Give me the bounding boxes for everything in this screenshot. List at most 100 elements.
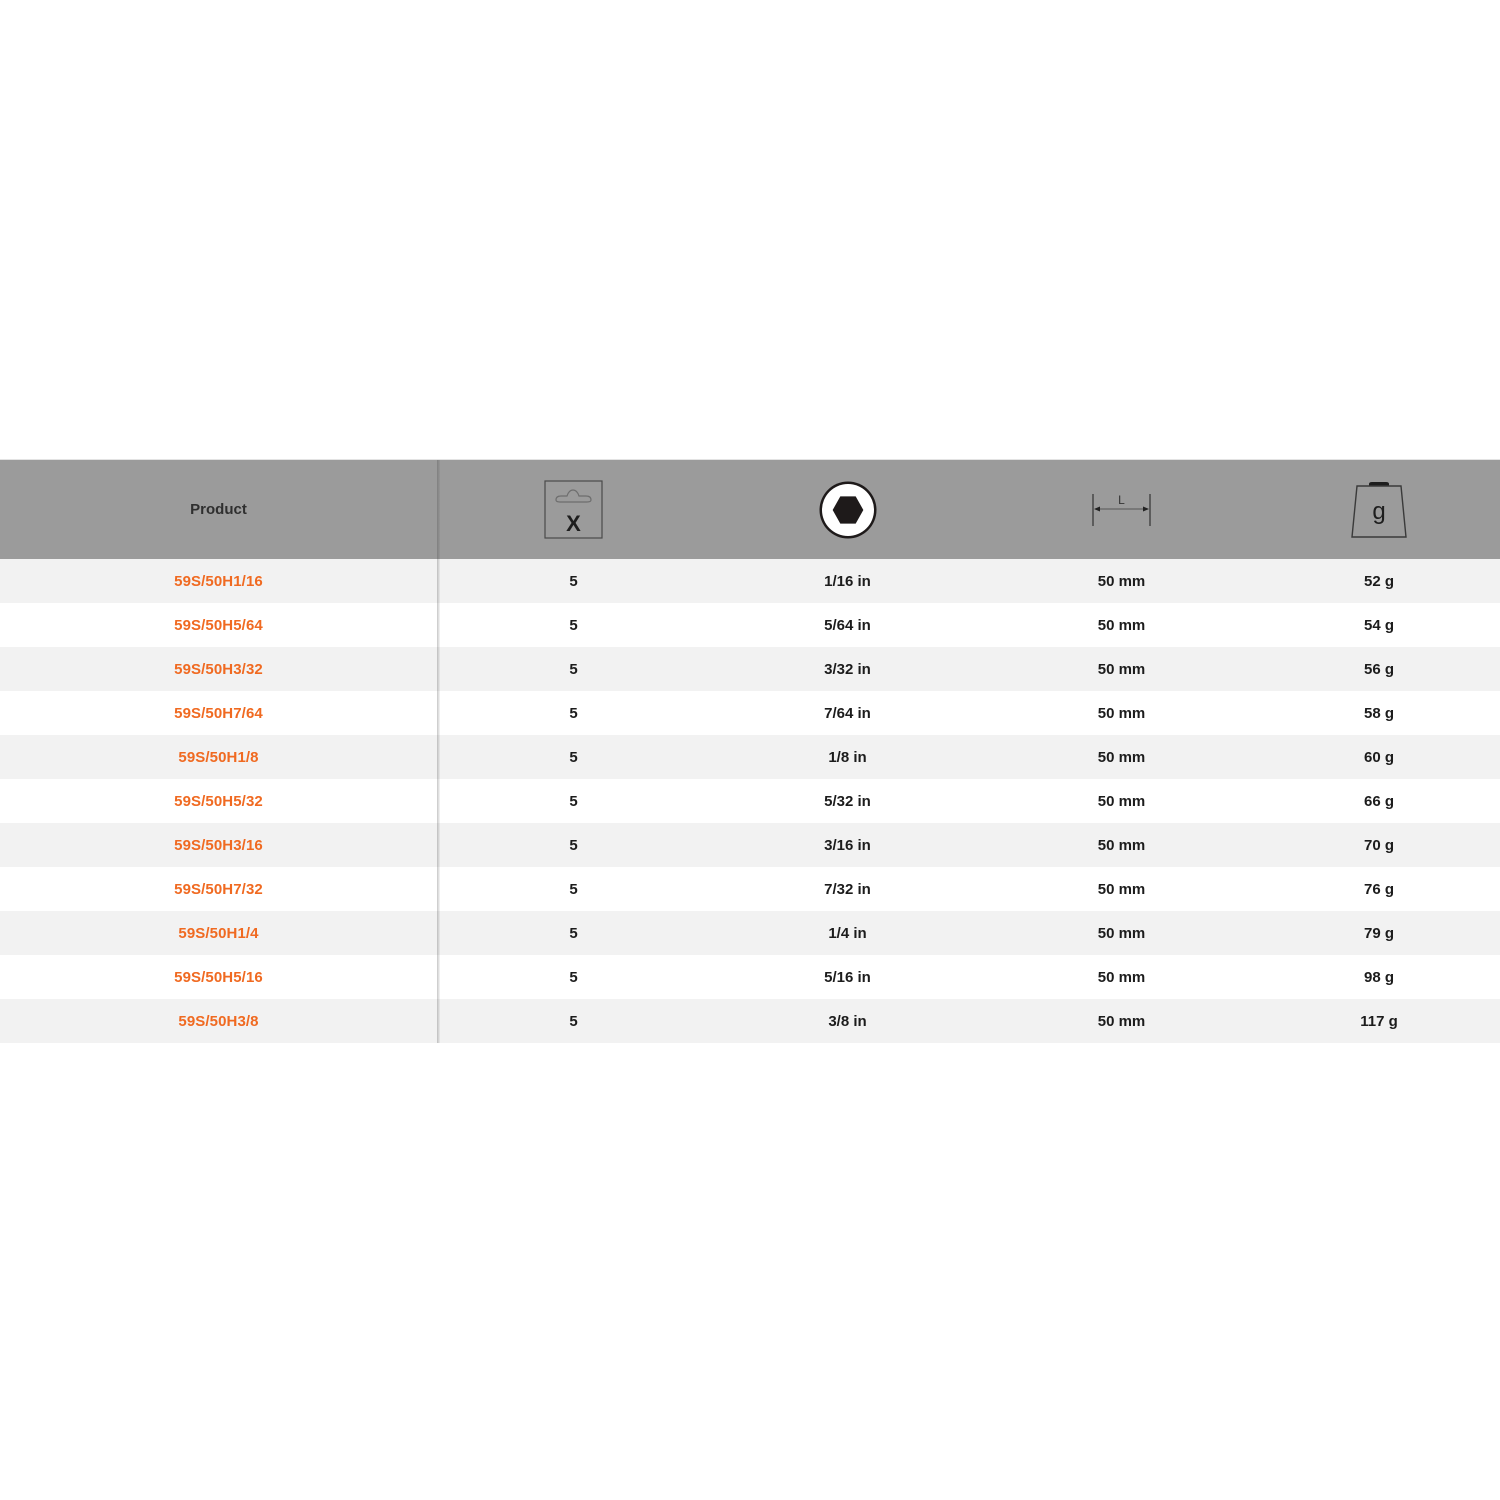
table-row: 59S/50H1/8 5 1/8 in 50 mm 60 g	[0, 735, 1500, 779]
length-cell: 50 mm	[985, 603, 1258, 647]
table-row: 59S/50H3/16 5 3/16 in 50 mm 70 g	[0, 823, 1500, 867]
pack-quantity-cell: 5	[437, 603, 710, 647]
product-code-link[interactable]: 59S/50H7/64	[174, 705, 263, 722]
length-cell: 50 mm	[985, 999, 1258, 1043]
product-cell: 59S/50H1/16	[0, 559, 440, 603]
table-row: 59S/50H5/32 5 5/32 in 50 mm 66 g	[0, 779, 1500, 823]
product-cell: 59S/50H1/8	[0, 735, 440, 779]
product-cell: 59S/50H5/16	[0, 955, 440, 999]
hex-size-value: 3/32 in	[824, 660, 871, 678]
pack-quantity-value: 5	[569, 924, 578, 942]
hex-size-cell: 5/64 in	[710, 603, 985, 647]
table-row: 59S/50H1/16 5 1/16 in 50 mm 52 g	[0, 559, 1500, 603]
product-cell: 59S/50H5/64	[0, 603, 440, 647]
product-code-link[interactable]: 59S/50H1/8	[178, 749, 258, 766]
pack-quantity-cell: 5	[437, 955, 710, 999]
hex-size-value: 3/16 in	[824, 836, 871, 854]
pack-quantity-value: 5	[569, 748, 578, 766]
pack-quantity-value: 5	[569, 792, 578, 810]
hex-size-value: 1/8 in	[828, 748, 867, 766]
length-value: 50 mm	[1097, 792, 1146, 810]
length-cell: 50 mm	[985, 867, 1258, 911]
weight-cell: 79 g	[1258, 911, 1500, 955]
product-cell: 59S/50H7/32	[0, 867, 440, 911]
length-value: 50 mm	[1097, 968, 1146, 986]
product-code-link[interactable]: 59S/50H1/16	[174, 573, 263, 590]
product-code-link[interactable]: 59S/50H3/16	[174, 837, 263, 854]
header-product-cell: Product	[0, 460, 440, 559]
pack-quantity-value: 5	[569, 616, 578, 634]
length-cell: 50 mm	[985, 911, 1258, 955]
product-cell: 59S/50H5/32	[0, 779, 440, 823]
hex-size-value: 7/64 in	[824, 704, 871, 722]
product-code-link[interactable]: 59S/50H5/16	[174, 969, 263, 986]
weight-cell: 76 g	[1258, 867, 1500, 911]
header-product-label: Product	[190, 501, 247, 518]
svg-text:g: g	[1372, 498, 1385, 525]
header-length-cell: L	[985, 460, 1258, 559]
table-row: 59S/50H5/16 5 5/16 in 50 mm 98 g	[0, 955, 1500, 999]
length-value: 50 mm	[1097, 924, 1146, 942]
product-code-link[interactable]: 59S/50H3/8	[178, 1013, 258, 1030]
weight-value: 54 g	[1363, 616, 1394, 634]
length-value: 50 mm	[1097, 572, 1146, 590]
weight-value: 56 g	[1363, 660, 1394, 678]
table-row: 59S/50H1/4 5 1/4 in 50 mm 79 g	[0, 911, 1500, 955]
table-body: 59S/50H1/16 5 1/16 in 50 mm 52 g 59S/50H…	[0, 559, 1500, 1043]
length-dimension-icon: L	[1091, 493, 1151, 526]
header-weight-cell: g	[1258, 460, 1500, 559]
table-row: 59S/50H3/32 5 3/32 in 50 mm 56 g	[0, 647, 1500, 691]
hex-size-cell: 3/32 in	[710, 647, 985, 691]
weight-cell: 60 g	[1258, 735, 1500, 779]
pack-quantity-cell: 5	[437, 823, 710, 867]
length-cell: 50 mm	[985, 559, 1258, 603]
hex-size-cell: 1/4 in	[710, 911, 985, 955]
header-hex-size-cell	[710, 460, 985, 559]
weight-value: 66 g	[1363, 792, 1394, 810]
weight-cell: 98 g	[1258, 955, 1500, 999]
hex-size-value: 7/32 in	[824, 880, 871, 898]
table-row: 59S/50H3/8 5 3/8 in 50 mm 117 g	[0, 999, 1500, 1043]
pack-quantity-value: 5	[569, 660, 578, 678]
length-cell: 50 mm	[985, 955, 1258, 999]
pack-quantity-value: 5	[569, 836, 578, 854]
hex-size-cell: 5/32 in	[710, 779, 985, 823]
pack-quantity-cell: 5	[437, 559, 710, 603]
product-code-link[interactable]: 59S/50H5/64	[174, 617, 263, 634]
hex-size-value: 5/64 in	[824, 616, 871, 634]
length-cell: 50 mm	[985, 735, 1258, 779]
product-cell: 59S/50H3/16	[0, 823, 440, 867]
pack-quantity-cell: 5	[437, 999, 710, 1043]
product-code-link[interactable]: 59S/50H5/32	[174, 793, 263, 810]
hex-size-cell: 3/16 in	[710, 823, 985, 867]
weight-value: 70 g	[1363, 836, 1394, 854]
pack-quantity-value: 5	[569, 704, 578, 722]
length-value: 50 mm	[1097, 836, 1146, 854]
product-code-link[interactable]: 59S/50H1/4	[178, 925, 258, 942]
length-value: 50 mm	[1097, 880, 1146, 898]
hex-size-cell: 5/16 in	[710, 955, 985, 999]
weight-cell: 52 g	[1258, 559, 1500, 603]
weight-value: 52 g	[1363, 572, 1394, 590]
weight-value: 76 g	[1363, 880, 1394, 898]
table-row: 59S/50H7/64 5 7/64 in 50 mm 58 g	[0, 691, 1500, 735]
hex-size-cell: 1/16 in	[710, 559, 985, 603]
weight-cell: 70 g	[1258, 823, 1500, 867]
pack-quantity-value: 5	[569, 572, 578, 590]
hex-size-cell: 7/64 in	[710, 691, 985, 735]
hex-size-value: 1/16 in	[824, 572, 871, 590]
svg-text:X: X	[566, 511, 581, 536]
product-code-link[interactable]: 59S/50H3/32	[174, 661, 263, 678]
table-row: 59S/50H5/64 5 5/64 in 50 mm 54 g	[0, 603, 1500, 647]
pack-quantity-value: 5	[569, 1012, 578, 1030]
weight-cell: 56 g	[1258, 647, 1500, 691]
weight-value: 98 g	[1363, 968, 1394, 986]
product-code-link[interactable]: 59S/50H7/32	[174, 881, 263, 898]
svg-text:L: L	[1118, 493, 1125, 507]
weight-value: 79 g	[1363, 924, 1394, 942]
table-row: 59S/50H7/32 5 7/32 in 50 mm 76 g	[0, 867, 1500, 911]
pack-quantity-cell: 5	[437, 867, 710, 911]
pack-quantity-value: 5	[569, 968, 578, 986]
length-value: 50 mm	[1097, 660, 1146, 678]
pack-quantity-cell: 5	[437, 691, 710, 735]
